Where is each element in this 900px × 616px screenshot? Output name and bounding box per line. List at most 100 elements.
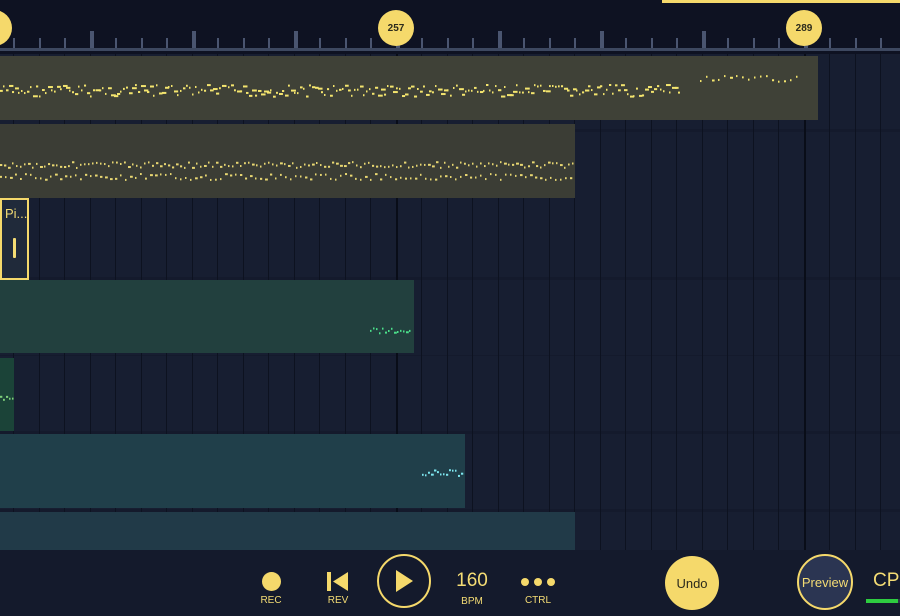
note <box>292 162 294 165</box>
note <box>270 89 272 92</box>
note <box>609 84 612 87</box>
note <box>72 161 75 164</box>
bar-marker[interactable] <box>0 10 12 46</box>
note <box>452 469 454 472</box>
note <box>9 397 11 400</box>
control-label: CTRL <box>524 595 552 606</box>
arrangement-area[interactable]: Pi... <box>0 54 900 550</box>
note <box>124 161 126 164</box>
note <box>645 88 649 91</box>
note <box>120 162 122 165</box>
note <box>63 84 68 87</box>
ruler-tick <box>701 31 706 48</box>
note <box>42 89 45 92</box>
note <box>265 178 268 181</box>
note <box>304 163 306 166</box>
note <box>472 162 474 165</box>
note <box>516 84 518 87</box>
grid-line <box>701 54 703 550</box>
clip-track-1[interactable] <box>0 56 818 120</box>
note <box>513 90 518 93</box>
loop-range-bar[interactable] <box>662 0 900 3</box>
control-menu-button[interactable]: CTRL <box>518 572 558 606</box>
ruler-tick <box>319 38 321 48</box>
undo-button[interactable]: Undo <box>665 556 719 610</box>
timeline-ruler[interactable]: 257 289 <box>0 0 900 54</box>
note <box>452 163 454 166</box>
note <box>9 84 14 87</box>
note <box>350 174 353 177</box>
note <box>522 91 524 94</box>
play-button[interactable] <box>377 554 431 608</box>
note <box>213 88 218 91</box>
note <box>333 85 335 88</box>
note <box>140 173 142 176</box>
note <box>306 95 309 98</box>
note <box>185 177 187 180</box>
note <box>505 173 507 176</box>
clip-track-2[interactable] <box>0 124 575 198</box>
bar-marker[interactable]: 257 <box>378 10 414 46</box>
note <box>400 176 402 179</box>
play-icon <box>396 570 413 592</box>
note <box>215 178 217 181</box>
note <box>425 474 427 477</box>
ruler-tick <box>89 31 94 48</box>
clip-notes <box>422 469 464 477</box>
note <box>385 173 387 176</box>
undo-label: Undo <box>676 575 708 591</box>
note <box>116 161 118 164</box>
cpu-meter <box>866 599 900 603</box>
record-button[interactable]: REC <box>256 572 286 606</box>
note <box>376 165 379 168</box>
bar-marker[interactable]: 289 <box>786 10 822 46</box>
clip-track-4[interactable] <box>0 280 414 353</box>
note <box>500 178 502 181</box>
note <box>395 178 398 181</box>
note <box>80 163 82 166</box>
note <box>340 174 342 177</box>
tempo-control[interactable]: 160 BPM <box>452 570 492 607</box>
note <box>621 84 625 87</box>
note <box>95 174 98 177</box>
note <box>648 86 652 89</box>
clip-track-6[interactable] <box>0 434 465 508</box>
pattern-clip[interactable]: Pi... <box>0 198 29 280</box>
note <box>572 162 574 165</box>
preview-button[interactable]: Preview <box>797 554 853 610</box>
note <box>189 86 191 89</box>
note <box>40 165 43 168</box>
track-lane-5[interactable] <box>0 356 900 431</box>
note <box>290 178 292 181</box>
note <box>570 94 574 97</box>
note <box>205 174 207 177</box>
note <box>36 85 39 88</box>
note <box>48 163 51 166</box>
rewind-button[interactable]: REV <box>322 572 354 606</box>
clip-track-7[interactable] <box>0 512 575 550</box>
note <box>132 87 137 90</box>
note <box>364 162 366 165</box>
note <box>200 165 202 168</box>
note <box>300 86 303 89</box>
note <box>295 175 297 178</box>
track-lane-3[interactable] <box>0 202 900 277</box>
note <box>282 90 285 93</box>
note <box>453 86 455 89</box>
clip-track-5[interactable] <box>0 358 14 431</box>
transport-bar: REC REV 160 BPM CTRL Undo Preview CPU <box>0 550 900 616</box>
note <box>470 176 473 179</box>
note <box>558 85 560 88</box>
note <box>192 166 195 169</box>
note <box>112 161 114 164</box>
note <box>318 87 323 90</box>
note <box>147 91 150 94</box>
note <box>351 94 353 97</box>
note <box>108 165 110 168</box>
note <box>140 166 142 169</box>
note <box>372 164 375 167</box>
note <box>93 89 96 92</box>
note <box>567 89 570 92</box>
note <box>484 165 486 168</box>
note <box>184 166 186 169</box>
